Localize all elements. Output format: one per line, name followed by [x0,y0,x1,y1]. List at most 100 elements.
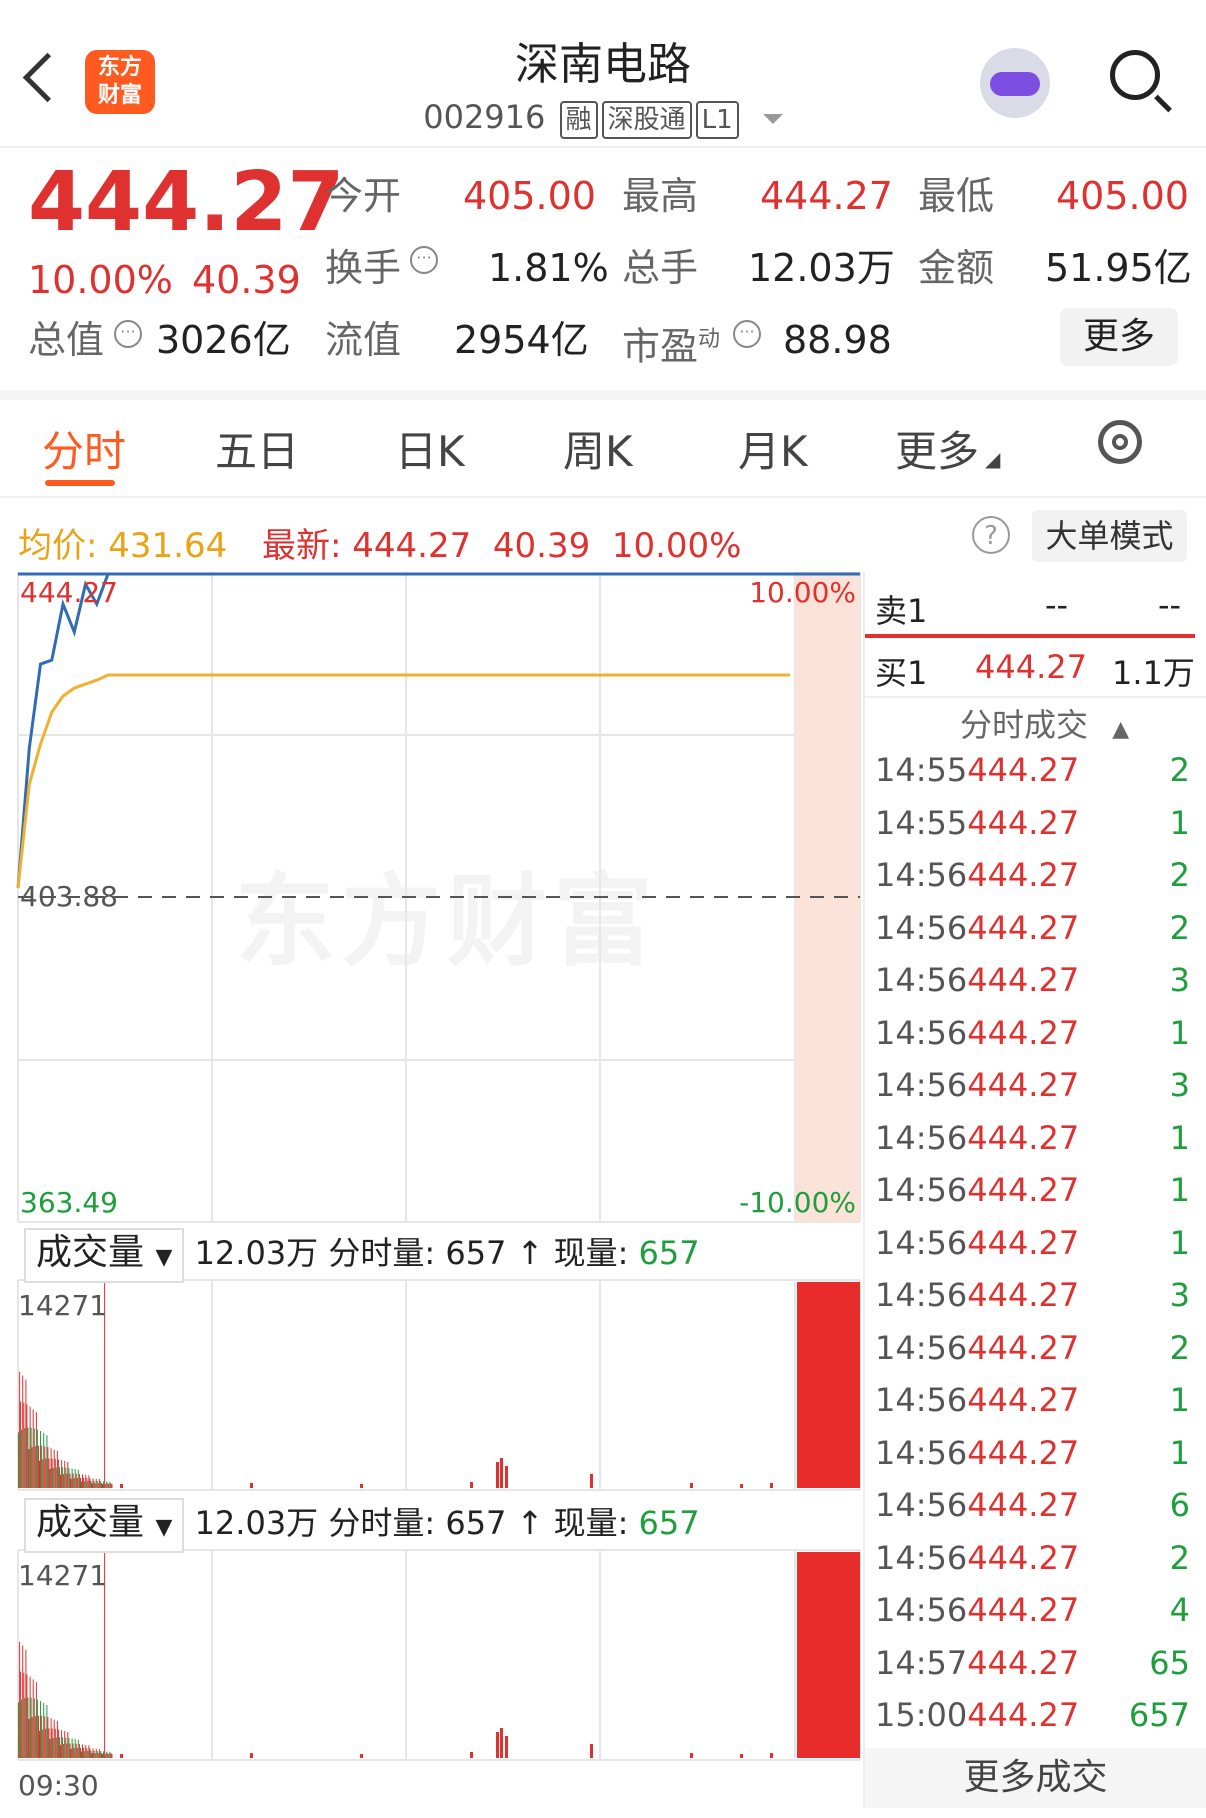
trade-volume: 6 [1169,1486,1190,1524]
volume-bar [65,1467,67,1488]
trades-title-label: 分时成交 [960,706,1089,744]
trade-price: 444.27 [967,856,1080,894]
volume-bar [27,1697,29,1758]
search-icon[interactable] [1110,50,1160,100]
volume-bar [505,1736,508,1758]
change-percent: 10.00% [28,258,173,302]
volume-bar [87,1481,89,1488]
volume-bar [89,1748,91,1758]
volume-bar [108,1754,110,1758]
stock-code: 002916 [423,98,546,136]
period-volume: 657 [445,1504,507,1542]
tab-5day[interactable]: 五日 [215,418,299,479]
tab-intraday[interactable]: 分时 [42,418,126,479]
volume-bar [42,1459,44,1488]
amount-value: 51.95亿 [1045,246,1192,290]
volume-bar [98,1749,100,1758]
volume-bar [60,1744,61,1758]
more-trades-button[interactable]: 更多成交 [865,1748,1206,1808]
trades-title[interactable]: 分时成交 ▲ [960,700,1129,746]
chevron-down-icon[interactable] [762,114,783,124]
volume-bar [59,1737,60,1758]
high-value: 444.27 [760,174,893,218]
trade-time: 14:56 [875,1066,968,1104]
volume-bar [690,1753,693,1758]
volume-bar [470,1752,473,1758]
bid1-label: 买1 [875,654,928,692]
volume-bar [99,1481,101,1488]
volume-bar [59,1467,60,1488]
volume-bar [39,1460,40,1488]
tab-monthly-k[interactable]: 月K [738,418,808,479]
y-bottom-label: 363.49 [20,1186,118,1219]
volume-bar [21,1699,23,1758]
trade-row: 14:55444.27 1 [875,797,1190,849]
volume-bar [45,1728,47,1758]
volume-bar [69,1473,71,1488]
info-icon[interactable]: ··· [733,320,761,348]
volume-bar [60,1474,61,1488]
volume-bar [30,1427,32,1488]
volume-bar [68,1468,70,1488]
info-icon[interactable]: ··· [410,246,438,274]
intraday-chart[interactable]: 444.27 403.88 363.49 10.00% -10.00% 1427… [0,560,870,1810]
help-icon[interactable]: ? [972,516,1010,554]
trade-volume: 1 [1169,1118,1190,1157]
indicator-select[interactable]: 成交量 ▼ [24,1498,185,1553]
volume-bar [71,1468,73,1488]
volume-bar [106,1751,108,1758]
volume-bar [19,1641,21,1758]
volume-bar [40,1431,41,1488]
gear-icon[interactable] [1098,420,1142,464]
volume-bar [43,1432,45,1488]
volume-bar [72,1473,74,1488]
after-hours-band [795,572,860,1222]
volume-bar [51,1458,53,1488]
pe-value: 88.98 [783,318,892,362]
big-order-mode-button[interactable]: 大单模式 [1032,510,1187,562]
volume-bar [47,1717,49,1758]
volume-bar [770,1753,773,1758]
volume-bar [90,1750,92,1758]
tab-more[interactable]: 更多 ◢ [895,418,1000,479]
volume-bar [32,1409,34,1488]
volume-bar [34,1446,36,1488]
trade-time: 14:56 [875,1276,968,1314]
volume-bar [85,1474,87,1488]
volume-bar [20,1671,22,1758]
trade-volume: 1 [1169,803,1190,842]
volume-bar [496,1462,499,1488]
float-value: 2954亿 [454,318,589,362]
volume-bar [55,1737,57,1758]
volume-bar [86,1478,88,1488]
volume-bar [53,1449,55,1488]
volume-bar [39,1730,40,1758]
trade-row: 14:56444.27 1 [875,1007,1190,1059]
period-volume-label: 分时量: [328,1504,436,1542]
volume-bar [56,1720,58,1758]
volume-bar [109,1481,111,1488]
volume-header-1: 成交量 ▼ 12.03万 分时量: 657 ↑ 现量: 657 [24,1228,700,1283]
tab-weekly-k[interactable]: 周K [563,418,633,479]
price-line [16,572,790,889]
volume-bar [40,1701,41,1758]
volume-bar [52,1468,54,1488]
more-quote-button[interactable]: 更多 [1060,308,1178,366]
tab-daily-k[interactable]: 日K [395,418,465,479]
trade-row: 14:56444.27 3 [875,954,1190,1006]
robot-avatar-icon[interactable] [980,48,1050,118]
trade-volume: 1 [1169,1223,1190,1262]
volume-bar [33,1698,35,1758]
volume-bar [46,1705,48,1758]
period-volume: 657 [445,1234,507,1272]
trade-price: 444.27 [967,1381,1080,1419]
info-icon[interactable]: ··· [114,320,142,348]
mktcap-value: 3026亿 [156,318,291,362]
volume-bar [35,1412,37,1488]
volume-bar [64,1461,66,1488]
volume-total: 12.03万 [194,1504,319,1542]
chart-grid [17,572,861,1761]
indicator-select[interactable]: 成交量 ▼ [24,1228,185,1283]
volume-bar [41,1715,43,1758]
trade-volume: 657 [1128,1696,1190,1734]
